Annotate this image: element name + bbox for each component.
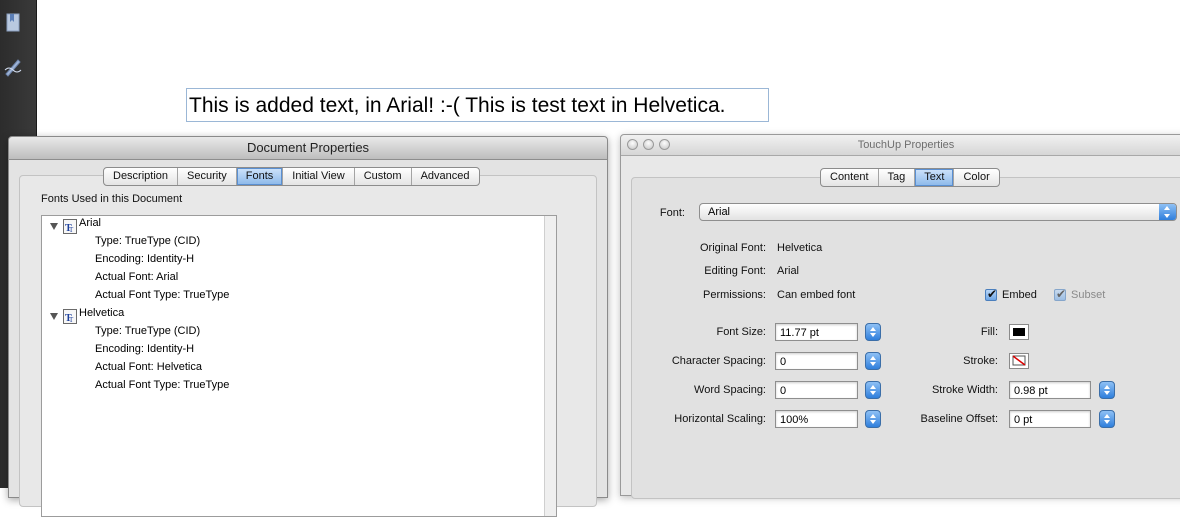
touchup-titlebar[interactable]: TouchUp Properties	[621, 135, 1180, 156]
truetype-font-icon: TT	[63, 309, 77, 324]
font-select[interactable]: Arial	[699, 203, 1177, 221]
disclosure-triangle-icon[interactable]	[50, 313, 58, 320]
checkmark-icon: ✔	[1056, 287, 1067, 301]
horizontal-scaling-stepper[interactable]	[865, 410, 881, 428]
checkmark-icon: ✔	[987, 287, 998, 301]
close-window-icon[interactable]	[627, 139, 638, 150]
editing-font-value: Arial	[777, 265, 800, 277]
stroke-width-field[interactable]: 0.98 pt	[1009, 381, 1091, 399]
touchup-panel	[631, 177, 1180, 499]
original-font-label: Original Font:	[699, 242, 766, 254]
horizontal-scaling-label: Horizontal Scaling:	[674, 413, 766, 425]
baseline-offset-stepper[interactable]	[1099, 410, 1115, 428]
font-detail: Encoding: Identity-H	[95, 343, 195, 355]
fill-color-swatch[interactable]	[1009, 324, 1029, 340]
font-detail: Type: TrueType (CID)	[95, 235, 201, 247]
font-name-arial[interactable]: Arial	[79, 217, 101, 229]
tree-scrollbar[interactable]	[544, 216, 556, 516]
tab-security[interactable]: Security	[178, 168, 237, 185]
disclosure-triangle-icon[interactable]	[50, 223, 58, 230]
character-spacing-field[interactable]: 0	[775, 352, 858, 370]
word-spacing-stepper[interactable]	[865, 381, 881, 399]
stroke-width-stepper[interactable]	[1099, 381, 1115, 399]
touchup-properties-window: TouchUp Properties Content Tag Text Colo…	[620, 134, 1180, 499]
stroke-label: Stroke:	[963, 355, 998, 367]
embed-checkbox[interactable]: ✔	[985, 287, 998, 301]
word-spacing-field[interactable]: 0	[775, 381, 858, 399]
truetype-font-icon: TT	[63, 219, 77, 234]
tab-content[interactable]: Content	[821, 169, 879, 186]
font-size-stepper[interactable]	[865, 323, 881, 341]
fill-color-chip	[1013, 328, 1025, 336]
editing-font-label: Editing Font:	[704, 265, 766, 277]
tab-color[interactable]: Color	[954, 169, 998, 186]
font-detail: Actual Font Type: TrueType	[95, 289, 230, 301]
document-properties-tabs: Description Security Fonts Initial View …	[103, 167, 480, 186]
svg-text:T: T	[69, 316, 74, 323]
stroke-color-swatch[interactable]	[1009, 353, 1029, 369]
tab-fonts[interactable]: Fonts	[236, 168, 284, 185]
font-detail: Actual Font: Arial	[95, 271, 179, 283]
subset-checkbox[interactable]: ✔	[1054, 287, 1067, 301]
font-select-value: Arial	[708, 206, 731, 218]
font-detail: Type: TrueType (CID)	[95, 325, 201, 337]
tab-custom[interactable]: Custom	[355, 168, 412, 185]
document-properties-title[interactable]: Document Properties	[9, 137, 607, 160]
tab-initial-view[interactable]: Initial View	[283, 168, 355, 185]
word-spacing-label: Word Spacing:	[694, 384, 766, 396]
font-detail: Encoding: Identity-H	[95, 253, 195, 265]
stroke-width-label: Stroke Width:	[931, 384, 998, 396]
font-detail: Actual Font: Helvetica	[95, 361, 202, 373]
touchup-title: TouchUp Properties	[857, 139, 955, 151]
tab-text[interactable]: Text	[915, 169, 955, 186]
signature-pen-icon[interactable]	[4, 56, 22, 78]
zoom-window-icon[interactable]	[659, 139, 670, 150]
character-spacing-label: Character Spacing:	[671, 355, 766, 367]
font-size-label: Font Size:	[716, 326, 766, 338]
no-color-icon	[1012, 355, 1026, 366]
fill-label: Fill:	[980, 326, 998, 338]
tab-tag[interactable]: Tag	[879, 169, 916, 186]
added-text-box[interactable]: This is added text, in Arial! :-( This i…	[186, 88, 769, 122]
popup-arrows-icon	[1159, 204, 1176, 220]
character-spacing-stepper[interactable]	[865, 352, 881, 370]
svg-text:T: T	[69, 226, 74, 233]
touchup-tabs: Content Tag Text Color	[820, 168, 1000, 187]
tab-advanced[interactable]: Advanced	[412, 168, 479, 185]
horizontal-scaling-field[interactable]: 100%	[775, 410, 858, 428]
embed-label: Embed	[1002, 289, 1037, 301]
tab-description[interactable]: Description	[104, 168, 179, 185]
font-label: Font:	[659, 207, 685, 219]
bookmark-page-icon[interactable]	[4, 12, 22, 34]
font-name-helvetica[interactable]: Helvetica	[79, 307, 124, 319]
font-size-field[interactable]: 11.77 pt	[775, 323, 858, 341]
document-properties-window: Document Properties Description Security…	[8, 136, 608, 517]
minimize-window-icon[interactable]	[643, 139, 654, 150]
permissions-value: Can embed font	[777, 289, 856, 301]
fonts-group-label: Fonts Used in this Document	[41, 193, 183, 205]
baseline-offset-field[interactable]: 0 pt	[1009, 410, 1091, 428]
original-font-value: Helvetica	[777, 242, 823, 254]
subset-label: Subset	[1071, 289, 1106, 301]
baseline-offset-label: Baseline Offset:	[920, 413, 998, 425]
permissions-label: Permissions:	[703, 289, 766, 301]
font-detail: Actual Font Type: TrueType	[95, 379, 230, 391]
fonts-tree[interactable]: TT Arial Type: TrueType (CID) Encoding: …	[41, 215, 557, 517]
